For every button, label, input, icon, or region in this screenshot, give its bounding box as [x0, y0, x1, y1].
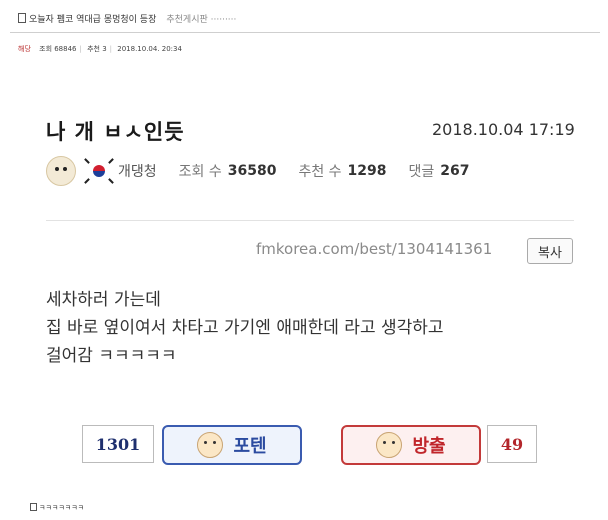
recommend-count: 추천 3	[87, 45, 107, 53]
document-icon	[18, 13, 26, 23]
upvote-label: 포텐	[233, 436, 267, 457]
inner-post-datetime: 2018.10.04 17:19	[432, 120, 575, 139]
post-meta: 해당 조회 68846 | 추천 3 | 2018.10.04. 20:34	[18, 45, 182, 53]
category-badge[interactable]: 해당	[18, 45, 31, 53]
dog-avatar-icon[interactable]	[46, 156, 76, 186]
korea-flag-icon	[84, 156, 114, 186]
header-divider	[10, 32, 600, 33]
post-header: 오늘자 펨코 역대급 몽멍청이 등장 추천게시판 ·········	[18, 12, 236, 25]
body-line: 집 바로 옆이여서 차타고 가기엔 애매한데 라고 생각하고	[46, 318, 444, 338]
document-icon	[30, 503, 37, 511]
body-line: 걸어감 ㅋㅋㅋㅋㅋ	[46, 346, 177, 366]
post-body: 세차하러 가는데 집 바로 옆이여서 차타고 가기엔 애매한데 라고 생각하고 …	[46, 286, 444, 370]
views-label: 조회 수	[178, 164, 222, 180]
view-count: 조회 68846	[39, 45, 77, 53]
author-name[interactable]: 개댕청	[118, 161, 157, 181]
downvote-button[interactable]: 방출	[341, 425, 481, 465]
post-datetime: 2018.10.04. 20:34	[117, 45, 182, 53]
comments-label: 댓글	[408, 164, 435, 180]
recommend-label: 추천 수	[298, 164, 342, 180]
footer-content: ㅋㅋㅋㅋㅋㅋㅋ	[39, 504, 85, 512]
views-value: 36580	[227, 163, 277, 179]
post-title-link[interactable]: 오늘자 펨코 역대급 몽멍청이 등장	[29, 15, 156, 25]
body-line: 세차하러 가는데	[46, 290, 161, 310]
recommend-value: 1298	[347, 163, 387, 179]
downvote-count: 49	[487, 425, 537, 463]
copy-url-button[interactable]: 복사	[527, 238, 573, 264]
author-row: 개댕청 조회 수 36580 추천 수 1298 댓글 267	[46, 155, 470, 187]
upvote-count: 1301	[82, 425, 154, 463]
upvote-button[interactable]: 포텐	[162, 425, 302, 465]
content-divider	[46, 220, 574, 221]
board-name-link[interactable]: 추천게시판 ·········	[166, 15, 236, 25]
downvote-label: 방출	[412, 436, 446, 457]
face-icon	[376, 432, 403, 458]
post-url[interactable]: fmkorea.com/best/1304141361	[256, 240, 492, 258]
face-icon	[197, 432, 224, 458]
footer-text: ㅋㅋㅋㅋㅋㅋㅋ	[30, 503, 84, 513]
comments-value[interactable]: 267	[440, 163, 469, 179]
inner-post-title: 나 개 ㅂㅅ인듯	[46, 120, 185, 144]
